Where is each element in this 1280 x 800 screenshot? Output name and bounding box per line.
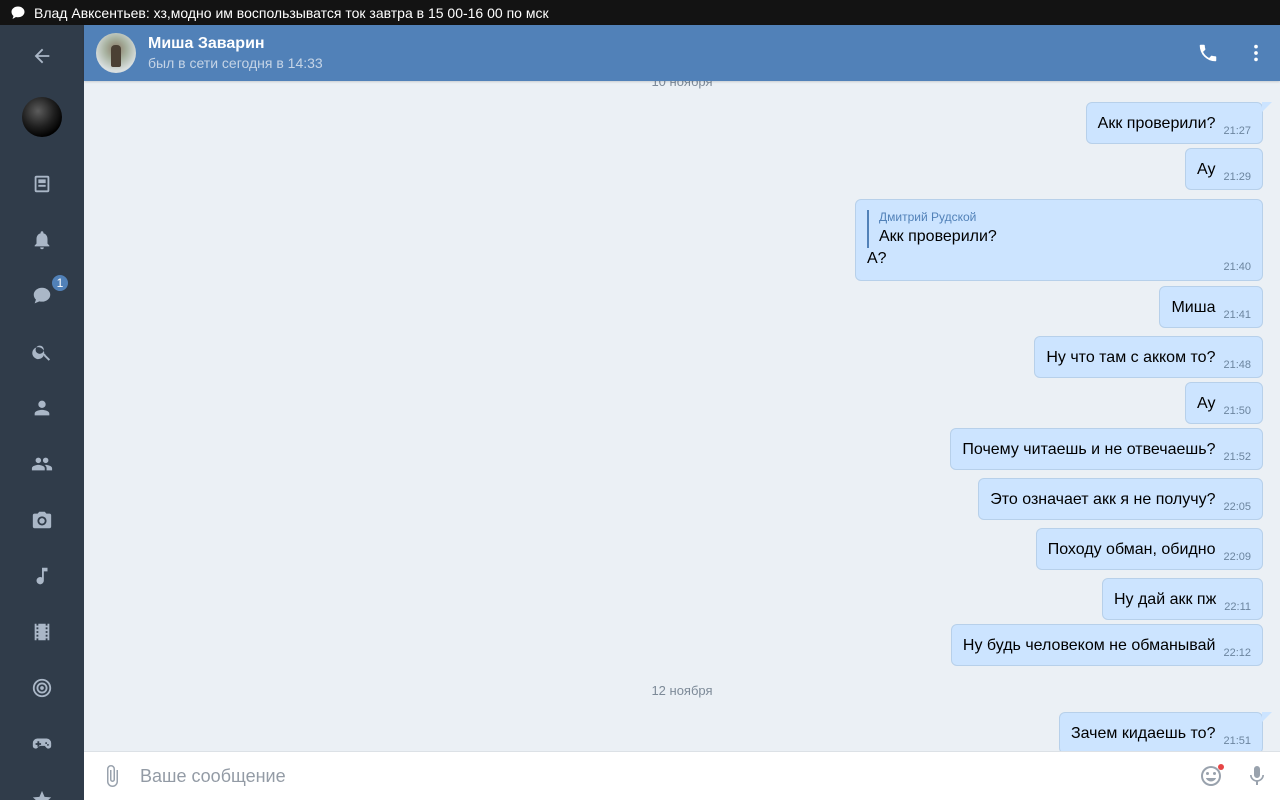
message-text: Ну дай акк пж <box>1113 591 1217 608</box>
sidebar-item-games[interactable] <box>0 720 84 768</box>
message-bubble[interactable]: Почему читаешь и не отвечаешь? 21:52 <box>950 428 1263 470</box>
reply-author: Дмитрий Рудской <box>879 210 977 224</box>
message-time: 21:50 <box>1223 405 1251 417</box>
message-text: Ау <box>1196 161 1216 178</box>
date-separator: 10 ноября <box>651 81 713 89</box>
message-time: 22:09 <box>1223 551 1251 563</box>
call-button[interactable] <box>1184 29 1232 77</box>
message-list[interactable]: 10 ноября Акк проверили? 21:27 Ау 21:29 Дм… <box>84 81 1280 751</box>
phone-icon <box>1199 44 1217 62</box>
sidebar-item-favorites[interactable] <box>0 776 84 800</box>
message-bubble[interactable]: Походу обман, обидно 22:09 <box>1035 528 1263 570</box>
message-composer <box>84 751 1280 800</box>
news-icon <box>34 175 50 193</box>
sidebar-item-notifications[interactable] <box>0 216 84 264</box>
contact-avatar[interactable] <box>96 33 136 73</box>
bell-icon <box>34 231 50 250</box>
message-text: Почему читаешь и не отвечаешь? <box>962 441 1216 458</box>
messages-icon <box>33 287 51 304</box>
sidebar-item-videos[interactable] <box>0 608 84 656</box>
contact-info[interactable]: Миша Заварин был в сети сегодня в 14:33 <box>148 34 323 72</box>
sidebar-item-communities[interactable] <box>0 440 84 488</box>
message-input[interactable] <box>140 756 1188 796</box>
message-bubble[interactable]: Ау 21:50 <box>1184 382 1263 424</box>
message-time: 22:05 <box>1223 501 1251 513</box>
reply-quoted-text: Акк проверили? <box>879 228 997 245</box>
film-icon <box>34 623 50 641</box>
message-time: 21:29 <box>1223 171 1251 183</box>
message-time: 21:40 <box>1223 261 1251 273</box>
message-text: Ну что там с акком то? <box>1046 349 1216 366</box>
chat-bubble-icon <box>10 5 26 21</box>
message-bubble[interactable]: Ну будь человеком не обманывай 22:12 <box>950 624 1263 666</box>
message-bubble[interactable]: Зачем кидаешь то? 21:51 <box>1058 712 1273 751</box>
unread-badge: 1 <box>50 273 70 293</box>
notification-text: Влад Авксентьев: хз,модно им воспользыва… <box>34 4 549 21</box>
message-bubble[interactable]: Акк проверили? 21:27 <box>1085 102 1273 144</box>
back-button[interactable] <box>0 32 84 80</box>
message-text: Миша <box>1171 299 1216 316</box>
reply-quote[interactable]: Дмитрий Рудской Акк проверили? <box>867 210 997 248</box>
attach-button[interactable] <box>84 752 140 800</box>
sidebar-item-news[interactable] <box>0 160 84 208</box>
message-bubble[interactable]: Ну что там с акком то? 21:48 <box>1034 336 1263 378</box>
voice-button[interactable] <box>1234 752 1280 800</box>
message-text: Зачем кидаешь то? <box>1070 725 1216 742</box>
sidebar-item-photos[interactable] <box>0 496 84 544</box>
message-text: Походу обман, обидно <box>1047 541 1216 558</box>
star-icon <box>32 790 52 800</box>
message-text: Акк проверили? <box>1097 115 1216 132</box>
gamepad-icon <box>32 738 52 749</box>
message-bubble-reply[interactable]: Дмитрий Рудской Акк проверили? А? 21:40 <box>855 199 1263 281</box>
date-separator: 12 ноября <box>651 683 713 698</box>
message-text: Ау <box>1196 395 1216 412</box>
music-icon <box>36 567 48 585</box>
profile-avatar[interactable] <box>22 97 62 137</box>
search-icon <box>32 345 51 361</box>
camera-icon <box>32 511 52 529</box>
more-button[interactable] <box>1232 29 1280 77</box>
message-text: А? <box>867 250 887 267</box>
chat-header: Миша Заварин был в сети сегодня в 14:33 <box>84 25 1280 81</box>
sidebar-item-messages[interactable] <box>0 272 84 320</box>
message-time: 21:41 <box>1223 309 1251 321</box>
message-time: 21:27 <box>1223 125 1251 137</box>
app-window: Влад Авксентьев: хз,модно им воспользыва… <box>0 0 1280 800</box>
more-vertical-icon <box>1254 44 1258 62</box>
sidebar-item-search[interactable] <box>0 328 84 376</box>
message-bubble[interactable]: Миша 21:41 <box>1159 286 1263 328</box>
emoji-button[interactable] <box>1188 752 1234 800</box>
contact-status: был в сети сегодня в 14:33 <box>148 55 323 71</box>
message-bubble[interactable]: Ау 21:29 <box>1184 148 1263 190</box>
new-stickers-dot <box>1218 764 1224 770</box>
message-time: 21:51 <box>1223 735 1251 747</box>
sidebar-item-music[interactable] <box>0 552 84 600</box>
paperclip-icon <box>107 765 118 787</box>
contact-name: Миша Заварин <box>148 35 265 52</box>
message-text: Ну будь человеком не обманывай <box>962 637 1216 654</box>
sidebar-item-stories[interactable] <box>0 664 84 712</box>
message-time: 21:48 <box>1223 359 1251 371</box>
sidebar-item-friends[interactable] <box>0 384 84 432</box>
people-icon <box>31 457 53 471</box>
message-text: Это означает акк я не получу? <box>990 491 1216 508</box>
notification-bar[interactable]: Влад Авксентьев: хз,модно им воспользыва… <box>0 0 1280 25</box>
message-bubble[interactable]: Это означает акк я не получу? 22:05 <box>978 478 1263 520</box>
back-arrow-icon <box>34 48 50 64</box>
message-time: 22:12 <box>1223 647 1251 659</box>
message-bubble[interactable]: Ну дай акк пж 22:11 <box>1101 578 1263 620</box>
person-icon <box>34 400 50 416</box>
microphone-icon <box>1250 766 1264 785</box>
target-icon <box>32 678 52 698</box>
message-time: 22:11 <box>1224 601 1251 613</box>
sidebar: 1 <box>0 25 84 800</box>
message-time: 21:52 <box>1223 451 1251 463</box>
